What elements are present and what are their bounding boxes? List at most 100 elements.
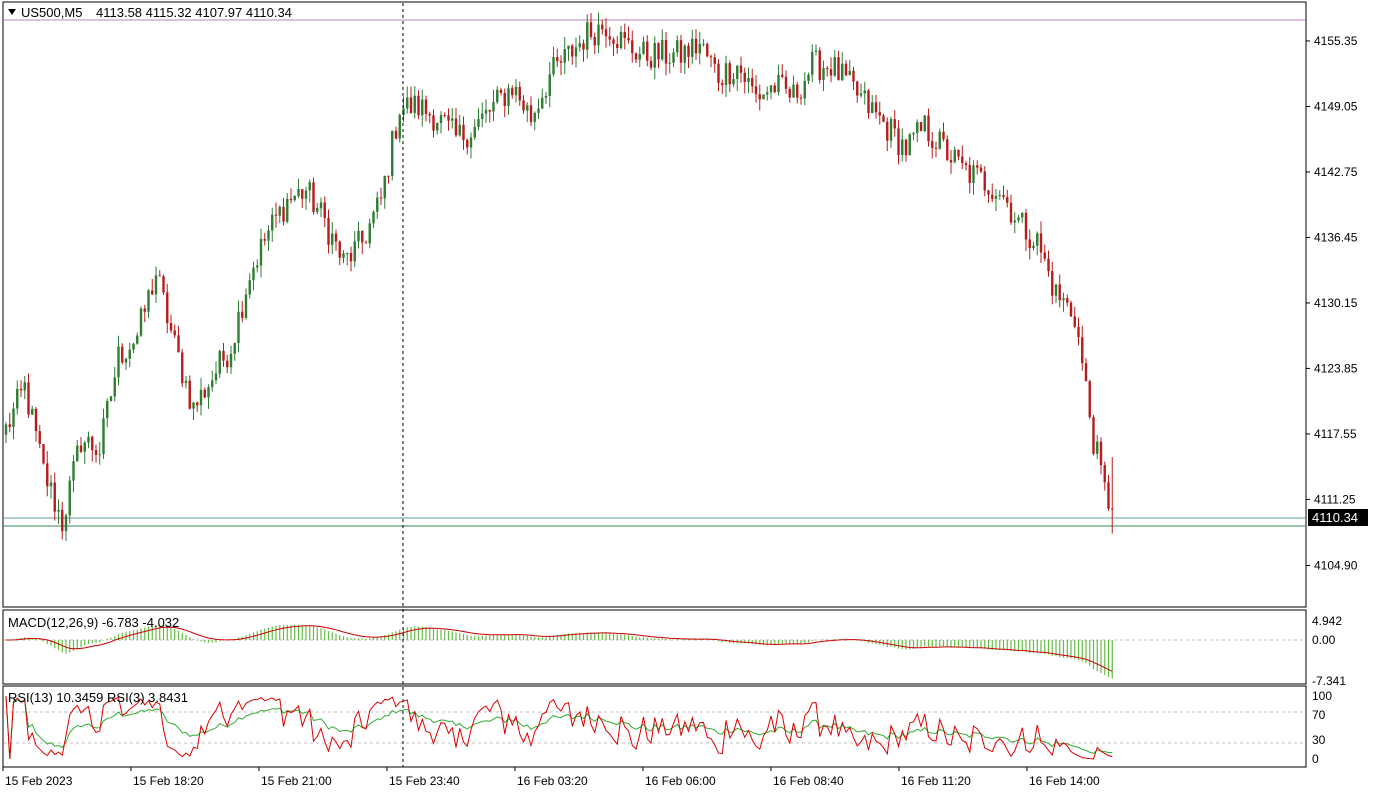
- candle-body: [751, 77, 754, 87]
- candle-body: [169, 322, 173, 331]
- candle-body: [27, 382, 30, 415]
- candle-body: [473, 126, 476, 138]
- candle-body: [706, 43, 709, 57]
- candle-body: [338, 241, 341, 258]
- candle-body: [661, 39, 664, 60]
- candle-body: [679, 40, 683, 63]
- candle-body: [271, 214, 274, 231]
- candle-body: [1066, 298, 1069, 303]
- macd-tick-label: 4.942: [1312, 614, 1342, 628]
- candle-body: [747, 77, 750, 83]
- candle-body: [938, 131, 941, 149]
- candle-body: [1107, 482, 1110, 509]
- time-tick-label: 15 Feb 23:40: [389, 774, 460, 788]
- candle-body: [143, 308, 146, 312]
- candle-body: [784, 76, 788, 89]
- candle-body: [1103, 465, 1106, 483]
- candle-body: [1032, 245, 1035, 249]
- macd-tick-label: -7.341: [1312, 674, 1346, 688]
- candle-body: [796, 84, 799, 98]
- candle-body: [19, 388, 23, 391]
- candle-body: [571, 45, 574, 57]
- candle-body: [76, 445, 79, 462]
- candle-body: [1028, 239, 1031, 249]
- candle-body: [481, 113, 484, 120]
- candle-body: [841, 63, 844, 81]
- candle-body: [994, 196, 998, 199]
- candle-body: [799, 97, 803, 99]
- candle-body: [844, 63, 848, 76]
- candle-body: [364, 242, 368, 244]
- candle-body: [117, 346, 120, 378]
- candle-body: [327, 217, 330, 245]
- candle-body: [443, 115, 446, 117]
- price-tick-label: 4111.25: [1314, 492, 1356, 506]
- candle-body: [1013, 220, 1016, 223]
- trading-chart[interactable]: 4155.35 4149.05 4142.75 4136.45 4130.15 4123.…: [0, 0, 1378, 795]
- candle-body: [822, 68, 825, 80]
- candle-body: [582, 43, 585, 50]
- candle-body: [586, 22, 589, 50]
- candle-body: [417, 95, 420, 116]
- candle-body: [739, 65, 743, 73]
- candle-body: [424, 99, 428, 114]
- candle-body: [447, 115, 450, 121]
- candle-body: [762, 94, 765, 100]
- candle-body: [713, 57, 716, 64]
- candle-body: [1092, 417, 1095, 454]
- candle-body: [432, 115, 435, 131]
- candle-body: [593, 36, 596, 46]
- candle-body: [83, 442, 86, 452]
- candle-body: [383, 175, 386, 199]
- candle-body: [743, 72, 746, 83]
- candle-body: [991, 194, 994, 199]
- candle-body: [312, 182, 315, 212]
- rsi-tick-label: 30: [1312, 733, 1326, 747]
- candle-body: [511, 88, 514, 96]
- candle-body: [68, 480, 71, 516]
- candle-body: [638, 53, 641, 60]
- candle-body: [736, 65, 739, 80]
- candle-body: [683, 45, 686, 63]
- time-tick-label: 16 Feb 06:00: [645, 774, 716, 788]
- candle-body: [931, 141, 934, 148]
- candle-body: [507, 88, 510, 107]
- candle-body: [1021, 212, 1024, 218]
- candle-body: [413, 95, 416, 113]
- candle-body: [188, 380, 191, 409]
- candle-body: [803, 80, 806, 99]
- macd-label: MACD(12,26,9) -6.783 -4.032: [8, 615, 179, 630]
- candle-body: [874, 102, 878, 113]
- candle-body: [758, 94, 761, 100]
- candle-body: [31, 408, 34, 415]
- candle-body: [259, 238, 263, 266]
- candle-body: [248, 280, 251, 295]
- candle-body: [717, 63, 720, 83]
- candle-body: [316, 208, 319, 212]
- candle-body: [526, 105, 529, 111]
- candle-body: [657, 42, 660, 60]
- candle-body: [342, 253, 345, 258]
- candle-body: [514, 86, 518, 96]
- candle-body: [968, 165, 971, 183]
- candle-body: [12, 408, 15, 428]
- candle-body: [484, 109, 488, 114]
- candle-body: [856, 81, 859, 96]
- candle-body: [987, 190, 990, 195]
- candle-body: [901, 139, 904, 156]
- time-tick-label: 16 Feb 11:20: [901, 774, 971, 788]
- candle-body: [983, 171, 986, 191]
- candle-body: [301, 189, 304, 199]
- candle-body: [863, 90, 866, 94]
- candle-body: [87, 436, 90, 443]
- candle-body: [233, 342, 236, 354]
- candle-body: [732, 79, 735, 85]
- candle-body: [196, 402, 199, 406]
- candle-body: [1062, 298, 1065, 301]
- candle-body: [286, 198, 289, 222]
- candle-body: [818, 50, 821, 80]
- candle-body: [889, 119, 893, 141]
- candle-body: [211, 380, 214, 388]
- candle-body: [814, 50, 818, 52]
- candle-body: [548, 74, 551, 96]
